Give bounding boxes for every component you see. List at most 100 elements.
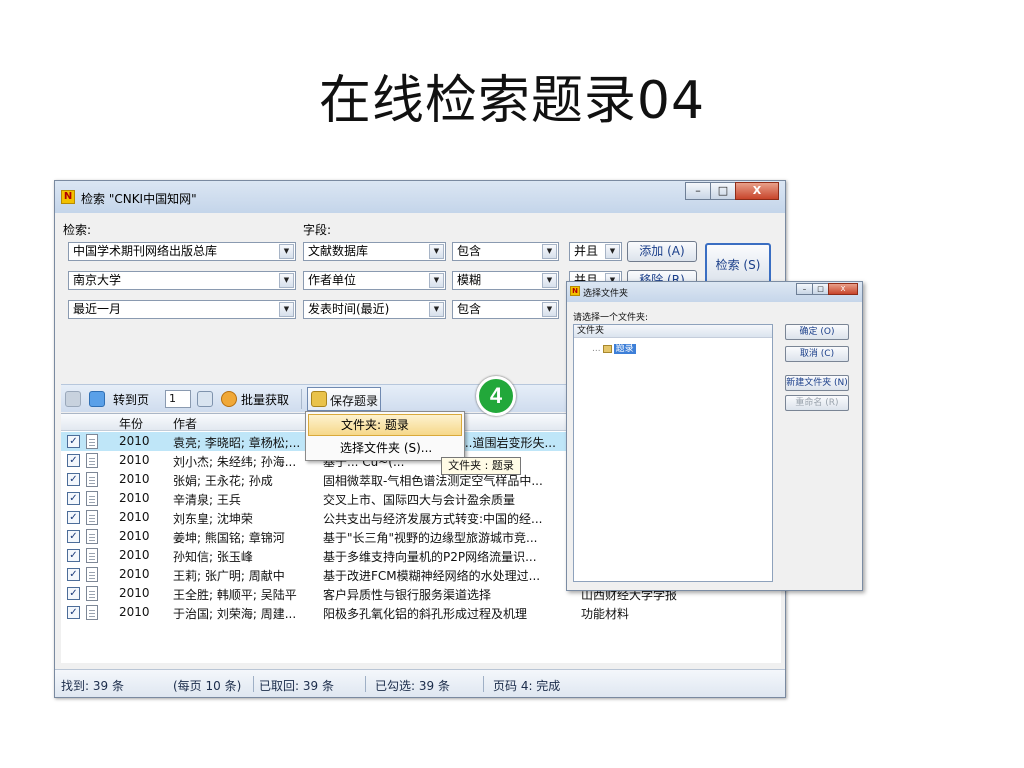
- close-button[interactable]: X: [735, 182, 779, 200]
- row-year: 2010: [119, 434, 150, 448]
- chevron-down-icon: ▼: [542, 302, 557, 317]
- menu-item-choose-folder[interactable]: 选择文件夹 (S)...: [308, 438, 462, 460]
- col-year-header[interactable]: 年份: [119, 415, 143, 432]
- search-button[interactable]: 检索 (S): [705, 243, 771, 285]
- row-author: 王莉; 张广明; 周献中: [173, 569, 285, 583]
- goto-icon[interactable]: [197, 391, 213, 407]
- row-author: 袁亮; 李晓昭; 章杨松;...: [173, 436, 301, 450]
- row-checkbox[interactable]: ✓: [67, 530, 80, 543]
- field-select-2-value: 作者单位: [308, 273, 357, 287]
- dialog-minimize-button[interactable]: –: [796, 283, 813, 295]
- source-select-1-value: 中国学术期刊网络出版总库: [73, 244, 218, 258]
- minimize-icon: –: [695, 184, 701, 197]
- logic-select-1[interactable]: 并且 ▼: [569, 242, 622, 261]
- match-select-2[interactable]: 模糊 ▼: [452, 271, 559, 290]
- save-folder-menu: 文件夹: 题录 选择文件夹 (S)...: [305, 411, 465, 461]
- row-source: 功能材料: [581, 607, 630, 621]
- close-icon: X: [752, 184, 762, 197]
- col-author-header[interactable]: 作者: [173, 415, 197, 432]
- window-title: 检索 "CNKI中国知网": [81, 192, 197, 206]
- match-select-1-value: 包含: [457, 244, 482, 258]
- chevron-down-icon: ▼: [542, 244, 557, 259]
- table-row[interactable]: ✓ 2010 于治国; 刘荣海; 周建... 阳极多孔氧化铝的斜孔形成过程及机理…: [61, 603, 781, 622]
- prev-page-icon[interactable]: [65, 391, 81, 407]
- source-select-3[interactable]: 最近一月 ▼: [68, 300, 296, 319]
- step-number-badge: 4: [476, 376, 516, 416]
- row-author: 刘东皇; 沈坤荣: [173, 512, 253, 526]
- add-button[interactable]: 添加 (A): [627, 241, 697, 262]
- row-checkbox[interactable]: ✓: [67, 587, 80, 600]
- row-checkbox[interactable]: ✓: [67, 568, 80, 581]
- document-icon: [86, 472, 98, 487]
- folder-icon: [602, 344, 612, 353]
- cancel-button[interactable]: 取消 (C): [785, 346, 849, 362]
- row-checkbox[interactable]: ✓: [67, 492, 80, 505]
- dialog-app-icon: N: [570, 286, 580, 296]
- match-select-3[interactable]: 包含 ▼: [452, 300, 559, 319]
- page-number-input[interactable]: 1: [165, 390, 191, 408]
- row-year: 2010: [119, 529, 150, 543]
- minimize-button[interactable]: –: [685, 182, 711, 200]
- menu-item-current-folder[interactable]: 文件夹: 题录: [308, 414, 462, 436]
- document-icon: [86, 586, 98, 601]
- source-select-3-value: 最近一月: [73, 302, 122, 316]
- download-icon[interactable]: [221, 391, 237, 407]
- row-title: 基于改进FCM模糊神经网络的水处理过...: [323, 569, 541, 583]
- dialog-titlebar[interactable]: N 选择文件夹 – □ X: [567, 282, 862, 302]
- save-icon: [311, 391, 327, 407]
- row-checkbox[interactable]: ✓: [67, 435, 80, 448]
- chevron-down-icon: ▼: [429, 273, 444, 288]
- field-label: 字段:: [303, 223, 332, 237]
- dialog-close-button[interactable]: X: [828, 283, 858, 295]
- row-checkbox[interactable]: ✓: [67, 606, 80, 619]
- row-checkbox[interactable]: ✓: [67, 473, 80, 486]
- status-per-page: (每页 10 条): [173, 679, 242, 693]
- folder-tooltip: 文件夹 : 题录: [441, 457, 521, 475]
- window-titlebar[interactable]: N 检索 "CNKI中国知网" – □ X: [55, 181, 785, 213]
- row-title: 客户异质性与银行服务渠道选择: [323, 588, 492, 602]
- row-year: 2010: [119, 472, 150, 486]
- new-folder-button[interactable]: 新建文件夹 (N): [785, 375, 849, 391]
- rename-button[interactable]: 重命名 (R): [785, 395, 849, 411]
- document-icon: [86, 453, 98, 468]
- search-label: 检索:: [63, 223, 92, 237]
- document-icon: [86, 567, 98, 582]
- dialog-maximize-button[interactable]: □: [812, 283, 829, 295]
- maximize-icon: □: [717, 184, 729, 197]
- field-select-3[interactable]: 发表时间(最近) ▼: [303, 300, 446, 319]
- next-page-icon[interactable]: [89, 391, 105, 407]
- status-checked: 已勾选: 39 条: [375, 679, 450, 693]
- field-select-1[interactable]: 文献数据库 ▼: [303, 242, 446, 261]
- source-select-2-value: 南京大学: [73, 273, 122, 287]
- row-checkbox[interactable]: ✓: [67, 549, 80, 562]
- document-icon: [86, 605, 98, 620]
- dialog-prompt: 请选择一个文件夹:: [573, 313, 649, 323]
- folder-tree-item[interactable]: ... 题录: [592, 341, 636, 354]
- field-select-2[interactable]: 作者单位 ▼: [303, 271, 446, 290]
- row-year: 2010: [119, 491, 150, 505]
- ok-button[interactable]: 确定 (O): [785, 324, 849, 340]
- batch-fetch-button[interactable]: 批量获取: [241, 391, 289, 408]
- row-author: 刘小杰; 朱经纬; 孙海...: [173, 455, 297, 469]
- row-checkbox[interactable]: ✓: [67, 454, 80, 467]
- row-year: 2010: [119, 548, 150, 562]
- chevron-down-icon: ▼: [279, 273, 294, 288]
- save-records-button[interactable]: 保存题录: [307, 387, 381, 411]
- document-icon: [86, 510, 98, 525]
- source-select-2[interactable]: 南京大学 ▼: [68, 271, 296, 290]
- row-title: 基于"长三角"视野的边缘型旅游城市竞...: [323, 531, 538, 545]
- row-author: 孙知信; 张玉峰: [173, 550, 253, 564]
- folder-name: 题录: [613, 344, 636, 354]
- row-author: 姜坤; 熊国铭; 章锦河: [173, 531, 285, 545]
- match-select-1[interactable]: 包含 ▼: [452, 242, 559, 261]
- row-title: 阳极多孔氧化铝的斜孔形成过程及机理: [323, 607, 528, 621]
- folder-tree: 文件夹 ... 题录: [573, 324, 773, 582]
- row-year: 2010: [119, 586, 150, 600]
- row-year: 2010: [119, 567, 150, 581]
- slide-title: 在线检索题录04: [318, 71, 706, 131]
- source-select-1[interactable]: 中国学术期刊网络出版总库 ▼: [68, 242, 296, 261]
- row-title: 公共支出与经济发展方式转变:中国的经...: [323, 512, 543, 526]
- maximize-button[interactable]: □: [710, 182, 736, 200]
- row-year: 2010: [119, 453, 150, 467]
- row-checkbox[interactable]: ✓: [67, 511, 80, 524]
